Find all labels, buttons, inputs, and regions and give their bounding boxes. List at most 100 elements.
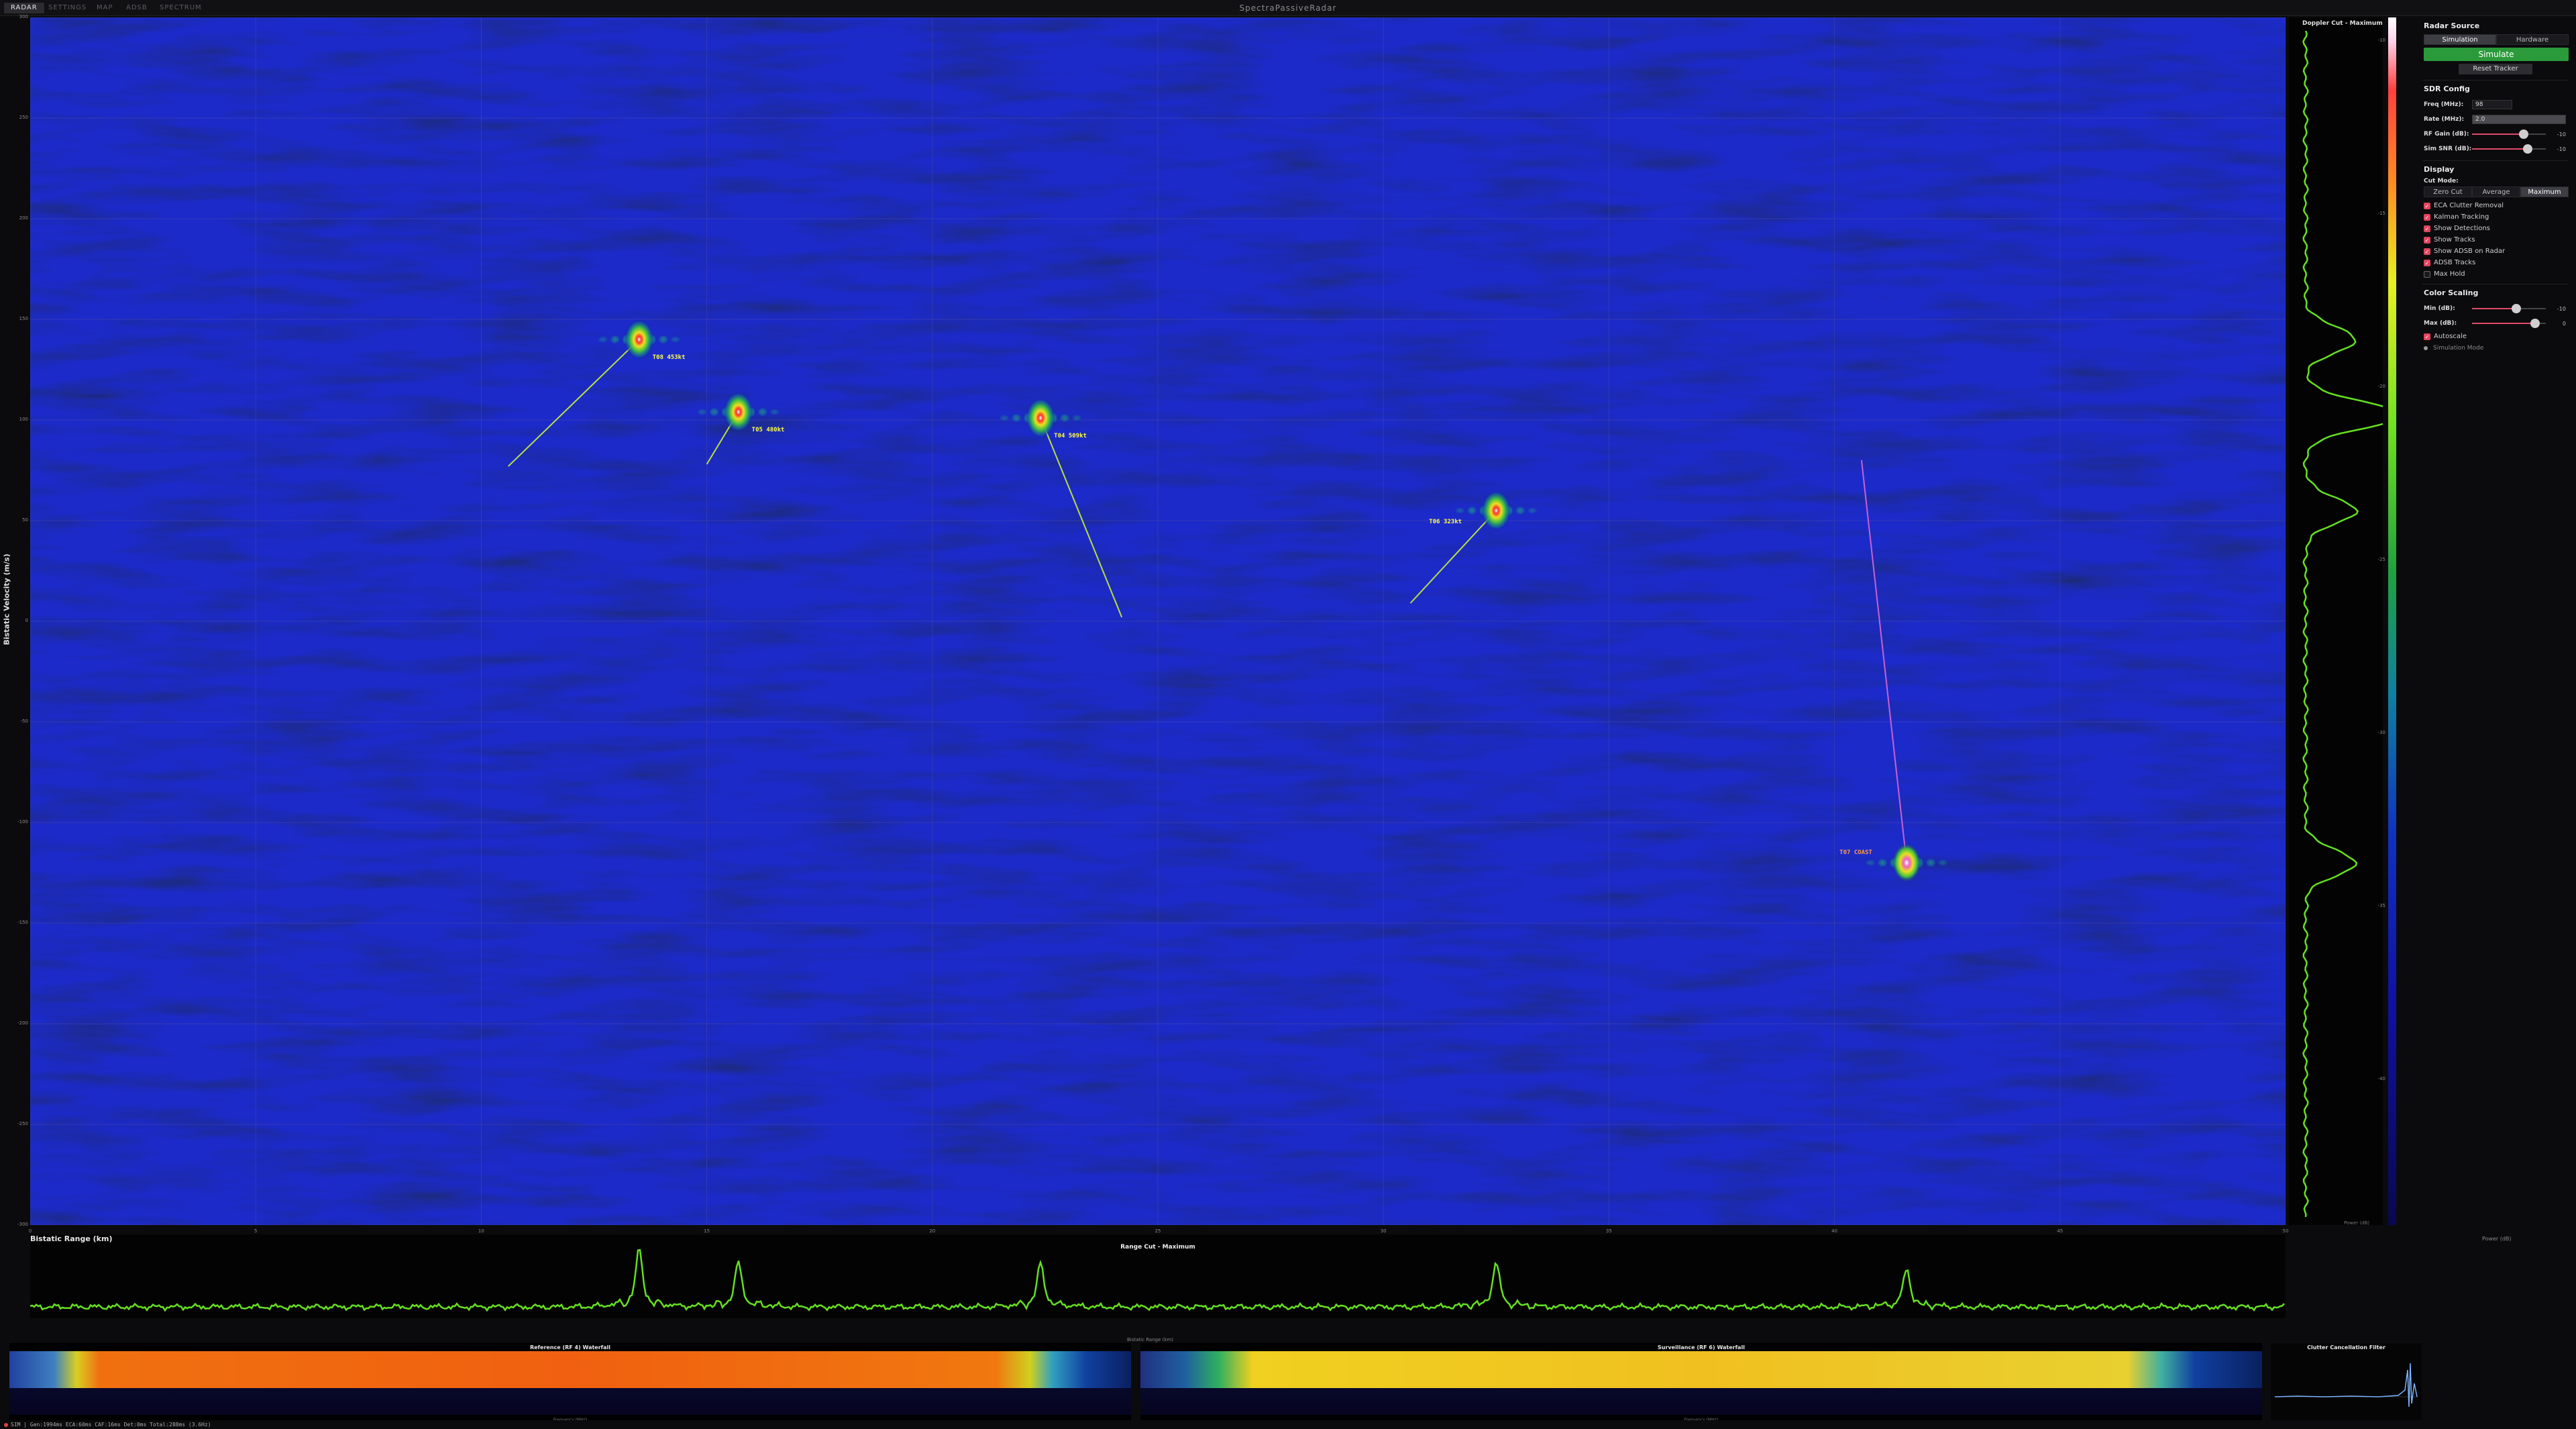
range-cut-line xyxy=(30,1249,2285,1312)
y-tick-label: -300 xyxy=(17,1222,28,1227)
y-tick-label: 100 xyxy=(19,417,28,422)
y-tick-label: 150 xyxy=(19,316,28,321)
source-hardware-option[interactable]: Hardware xyxy=(2496,34,2569,45)
x-tick-label: 35 xyxy=(1605,1228,1612,1234)
divider xyxy=(2422,80,2569,81)
color-scaling-title: Color Scaling xyxy=(2424,288,2479,297)
status-dot-icon xyxy=(4,1422,8,1427)
freq-input[interactable]: 98 xyxy=(2472,100,2512,109)
slider-knob[interactable] xyxy=(2519,129,2528,139)
checkbox-box[interactable] xyxy=(2424,270,2430,278)
track-label[interactable]: T05 480kt xyxy=(752,427,785,433)
checkbox-box[interactable]: ✓ xyxy=(2424,202,2430,209)
reset-tracker-button[interactable]: Reset Tracker xyxy=(2459,64,2532,74)
display-checkbox[interactable]: ✓ Show Detections xyxy=(2424,223,2573,234)
target-sidelobe xyxy=(1466,505,1479,516)
range-cut-power-label: Power (dB) xyxy=(2482,1236,2512,1242)
source-simulation-option[interactable]: Simulation xyxy=(2424,34,2496,45)
cut-mode-average[interactable]: Average xyxy=(2472,187,2520,197)
simulation-mode-indicator: Simulation Mode xyxy=(2424,345,2573,352)
y-tick-label: -200 xyxy=(17,1020,28,1026)
slider-knob[interactable] xyxy=(2522,144,2532,154)
autoscale-checkbox[interactable]: ✓ Autoscale xyxy=(2424,331,2573,342)
freq-row: Freq (MHz): 98 xyxy=(2424,97,2573,112)
surveillance-waterfall: Surveillance (RF 6) Waterfall Frequency … xyxy=(1140,1343,2262,1422)
rf-gain-slider[interactable] xyxy=(2472,129,2546,139)
cut-mode-label: Cut Mode: xyxy=(2424,178,2459,184)
status-dot-icon xyxy=(2424,346,2428,350)
rate-label: Rate (MHz): xyxy=(2424,116,2465,123)
doppler-cut-trace xyxy=(2302,30,2383,1218)
sdr-config-title: SDR Config xyxy=(2424,85,2470,93)
colorbar-tick-label: -30 xyxy=(2377,730,2385,735)
display-checkbox[interactable]: ✓ Kalman Tracking xyxy=(2424,211,2573,223)
autoscale-label: Autoscale xyxy=(2434,333,2467,340)
colorbar-tick-label: -35 xyxy=(2377,903,2385,908)
min-db-label: Min (dB): xyxy=(2424,305,2455,312)
slider-knob[interactable] xyxy=(2530,319,2540,328)
target-sidelobe xyxy=(608,334,621,345)
range-doppler-map[interactable]: T08 453kt T05 480kt T04 509kt T06 323kt T07 … xyxy=(30,17,2286,1225)
target-sidelobe xyxy=(1937,859,1949,867)
display-checkbox[interactable]: Max Hold xyxy=(2424,268,2573,280)
y-tick-label: -150 xyxy=(17,920,28,925)
reference-waterfall: Reference (RF 4) Waterfall Frequency (MH… xyxy=(9,1343,1131,1422)
checkbox-box[interactable]: ✓ xyxy=(2424,236,2430,244)
target-detection xyxy=(1481,490,1511,531)
sim-snr-slider[interactable] xyxy=(2472,144,2546,154)
track-label[interactable]: T08 453kt xyxy=(653,354,686,361)
max-db-slider[interactable] xyxy=(2472,319,2546,328)
target-sidelobe xyxy=(708,407,720,417)
display-checkbox[interactable]: ✓ Show Tracks xyxy=(2424,234,2573,246)
y-tick-label: -50 xyxy=(20,719,28,724)
sim-snr-row: Sim SNR (dB): -10 xyxy=(2424,142,2573,156)
max-db-row: Max (dB): 0 xyxy=(2424,316,2573,331)
target-sidelobe xyxy=(1514,505,1527,516)
y-tick-label: 250 xyxy=(19,115,28,120)
display-checkbox[interactable]: ✓ Show ADSB on Radar xyxy=(2424,246,2573,257)
checkbox-box[interactable]: ✓ xyxy=(2424,213,2430,221)
min-db-value: -10 xyxy=(2557,305,2566,312)
doppler-cut-plot: Doppler Cut - Maximum Power (dB) xyxy=(2289,17,2383,1226)
surveillance-waterfall-image xyxy=(1140,1351,2262,1415)
target-detection xyxy=(624,319,654,360)
x-tick-label: 25 xyxy=(1155,1228,1161,1234)
slider-knob[interactable] xyxy=(2512,304,2521,313)
checkbox-box[interactable]: ✓ xyxy=(2424,248,2430,255)
checkbox-box[interactable]: ✓ xyxy=(2424,225,2430,232)
rate-input[interactable]: 2.0 xyxy=(2472,115,2566,124)
track-label[interactable]: T07 COAST xyxy=(1839,849,1872,856)
checkbox-box[interactable]: ✓ xyxy=(2424,259,2430,266)
simulate-button[interactable]: Simulate xyxy=(2424,48,2569,61)
track-label[interactable]: T04 509kt xyxy=(1054,433,1087,439)
target-detection xyxy=(1892,843,1922,883)
doppler-cut-line xyxy=(2302,30,2383,1218)
range-cut-x-label: Bistatic Range (km) xyxy=(1127,1337,1173,1342)
y-tick-label: 0 xyxy=(25,618,28,623)
min-db-slider[interactable] xyxy=(2472,304,2546,313)
max-db-label: Max (dB): xyxy=(2424,320,2457,327)
display-checkbox[interactable]: ✓ ADSB Tracks xyxy=(2424,257,2573,268)
target-sidelobe xyxy=(1925,857,1937,868)
colorbar-tick-label: -10 xyxy=(2377,38,2385,43)
cut-mode-maximum[interactable]: Maximum xyxy=(2520,187,2569,197)
checkbox-label: Max Hold xyxy=(2434,270,2465,278)
display-checkbox[interactable]: ✓ ECA Clutter Removal xyxy=(2424,200,2573,211)
track-label[interactable]: T06 323kt xyxy=(1429,519,1462,525)
doppler-cut-x-label: Power (dB) xyxy=(2344,1220,2370,1226)
radar-overlay xyxy=(30,17,2286,1225)
range-cut-plot: Range Cut - Maximum xyxy=(30,1234,2286,1318)
target-detection xyxy=(1026,398,1056,438)
rf-gain-row: RF Gain (dB): -10 xyxy=(2424,127,2573,142)
cut-mode-zero-cut[interactable]: Zero Cut xyxy=(2424,187,2472,197)
rate-row: Rate (MHz): 2.0 xyxy=(2424,112,2573,127)
y-tick-label: 50 xyxy=(22,517,28,523)
x-tick-label: 40 xyxy=(1831,1228,1838,1234)
x-tick-label: 15 xyxy=(704,1228,710,1234)
y-tick-label: -250 xyxy=(17,1121,28,1126)
checkbox-label: Show Tracks xyxy=(2434,236,2475,244)
checkbox-box[interactable]: ✓ xyxy=(2424,333,2430,340)
target-sidelobe xyxy=(596,335,609,343)
min-db-row: Min (dB): -10 xyxy=(2424,301,2573,316)
target-sidelobe xyxy=(1864,859,1877,867)
